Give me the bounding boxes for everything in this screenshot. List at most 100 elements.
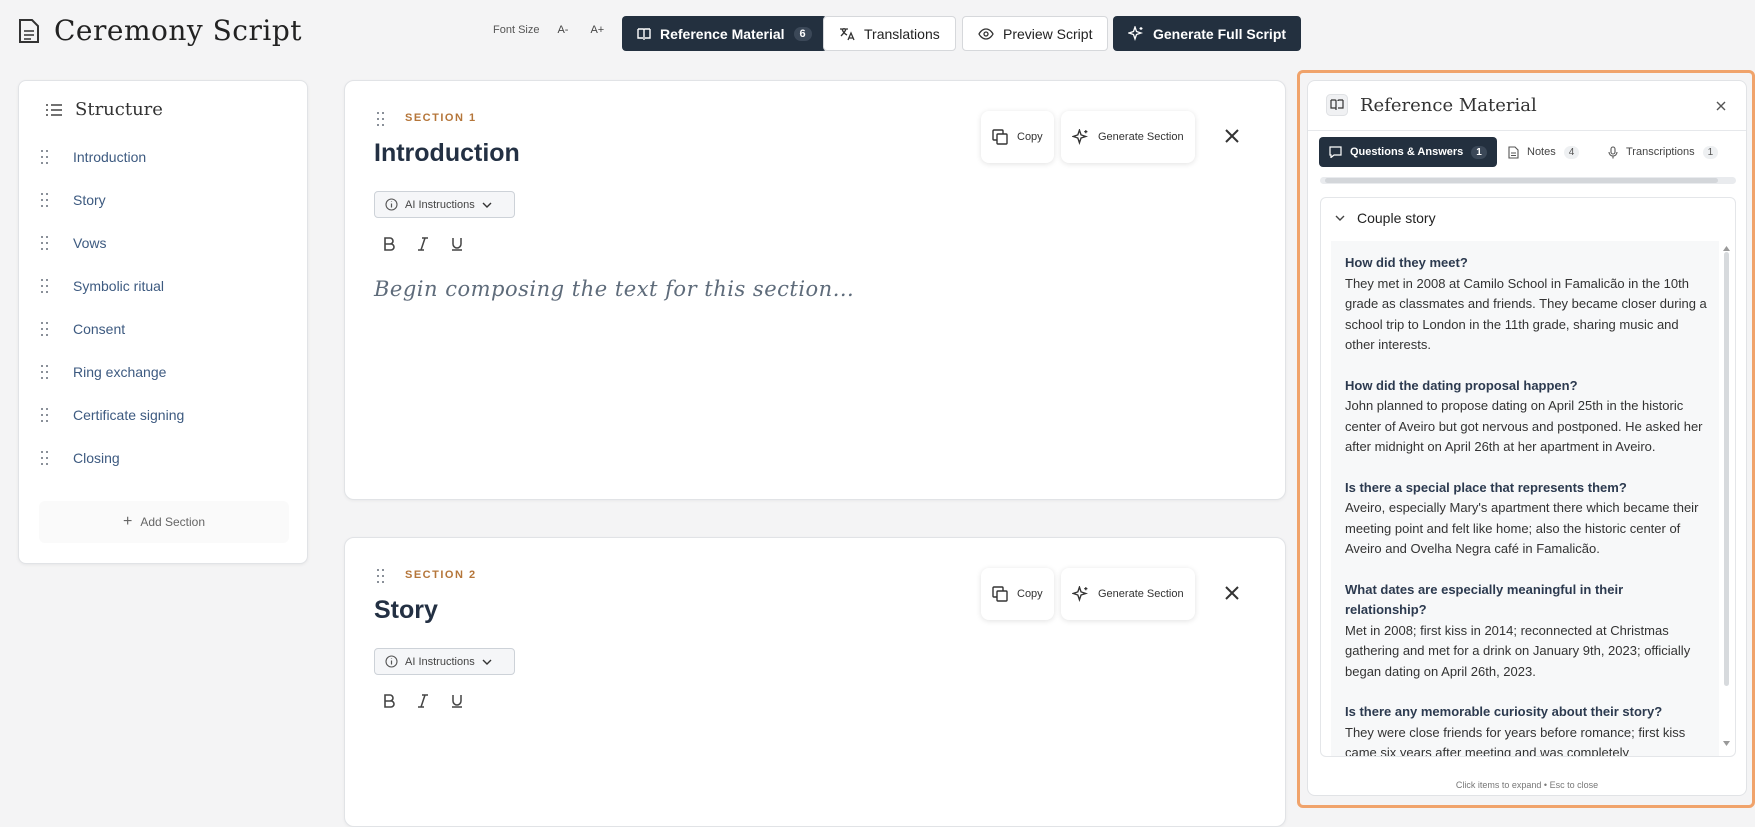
drag-handle-icon[interactable]: [41, 279, 51, 293]
preview-script-button[interactable]: Preview Script: [962, 16, 1109, 51]
italic-icon[interactable]: [416, 694, 430, 708]
document-icon: [19, 18, 39, 43]
drag-handle-icon[interactable]: [41, 193, 51, 207]
qa-item[interactable]: Is there any memorable curiosity about t…: [1331, 702, 1719, 757]
info-icon: [385, 655, 398, 668]
generate-full-script-label: Generate Full Script: [1153, 25, 1287, 42]
font-decrease-button[interactable]: A-: [553, 22, 572, 38]
question-text: What dates are especially meaningful in …: [1345, 581, 1624, 618]
ai-instructions-dropdown[interactable]: AI Instructions: [374, 648, 515, 675]
structure-item-symbolic-ritual[interactable]: Symbolic ritual: [41, 268, 287, 304]
note-icon: [1508, 145, 1519, 159]
copy-button[interactable]: Copy: [981, 568, 1054, 620]
generate-section-button[interactable]: Generate Section: [1061, 111, 1195, 163]
translate-icon: [840, 27, 855, 40]
underline-icon[interactable]: [450, 694, 464, 708]
close-icon[interactable]: [1714, 99, 1728, 113]
structure-item-ring-exchange[interactable]: Ring exchange: [41, 354, 287, 390]
sparkle-icon: [1128, 25, 1144, 41]
vertical-scrollbar[interactable]: [1723, 246, 1730, 746]
scrollbar-thumb[interactable]: [1724, 252, 1729, 686]
reference-material-label: Reference Material: [660, 25, 785, 42]
drag-handle-icon[interactable]: [41, 150, 51, 164]
answer-text: Aveiro, especially Mary's apartment ther…: [1345, 500, 1699, 556]
chevron-down-icon: [482, 202, 492, 208]
drag-handle-icon[interactable]: [377, 112, 387, 126]
chat-icon: [1329, 146, 1342, 158]
format-toolbar: [382, 237, 464, 251]
horizontal-scrollbar[interactable]: [1320, 177, 1736, 184]
drag-handle-icon[interactable]: [377, 569, 387, 583]
sparkle-icon: [1072, 585, 1088, 602]
structure-item-label: Consent: [73, 321, 126, 337]
section-title[interactable]: Story: [374, 596, 438, 625]
bold-icon[interactable]: [382, 237, 396, 251]
structure-title: Structure: [75, 99, 163, 120]
scrollbar-thumb[interactable]: [1325, 178, 1718, 183]
font-increase-button[interactable]: A+: [586, 22, 608, 38]
structure-item-certificate-signing[interactable]: Certificate signing: [41, 397, 287, 433]
tab-questions-answers[interactable]: Questions & Answers 1: [1319, 137, 1497, 167]
info-icon: [385, 198, 398, 211]
structure-item-vows[interactable]: Vows: [41, 225, 287, 261]
italic-icon[interactable]: [416, 237, 430, 251]
structure-item-story[interactable]: Story: [41, 182, 287, 218]
structure-item-label: Ring exchange: [73, 364, 167, 380]
reference-title: Reference Material: [1360, 94, 1537, 116]
ai-instructions-dropdown[interactable]: AI Instructions: [374, 191, 515, 218]
tab-transcriptions[interactable]: Transcriptions 1: [1598, 137, 1728, 167]
structure-panel: Structure Introduction Story Vows Symbol…: [18, 80, 308, 564]
copy-icon: [992, 129, 1008, 145]
copy-button[interactable]: Copy: [981, 111, 1054, 163]
drag-handle-icon[interactable]: [41, 451, 51, 465]
section-title[interactable]: Introduction: [374, 139, 520, 168]
question-text: How did they meet?: [1345, 255, 1468, 270]
structure-item-label: Introduction: [73, 149, 147, 165]
translations-button[interactable]: Translations: [823, 16, 956, 51]
close-icon[interactable]: [1221, 582, 1243, 604]
generate-section-button[interactable]: Generate Section: [1061, 568, 1195, 620]
drag-handle-icon[interactable]: [41, 408, 51, 422]
structure-item-consent[interactable]: Consent: [41, 311, 287, 347]
qa-item[interactable]: How did the dating proposal happen? John…: [1331, 376, 1719, 458]
close-icon[interactable]: [1221, 125, 1243, 147]
bold-icon[interactable]: [382, 694, 396, 708]
answer-text: Met in 2008; first kiss in 2014; reconne…: [1345, 622, 1691, 679]
section-label: SECTION 2: [405, 569, 477, 581]
tab-notes[interactable]: Notes 4: [1498, 137, 1589, 167]
tab-label: Questions & Answers: [1350, 146, 1464, 158]
generate-full-script-button[interactable]: Generate Full Script: [1113, 16, 1302, 51]
section-card: SECTION 1 Introduction Copy Generate Sec…: [344, 80, 1286, 500]
qa-item[interactable]: What dates are especially meaningful in …: [1331, 580, 1719, 683]
microphone-icon: [1608, 145, 1618, 158]
underline-icon[interactable]: [450, 237, 464, 251]
generate-section-label: Generate Section: [1098, 588, 1184, 600]
accordion-header[interactable]: Couple story: [1335, 210, 1436, 226]
group-title: Couple story: [1357, 210, 1436, 226]
answer-text: They met in 2008 at Camilo School in Fam…: [1345, 275, 1707, 353]
drag-handle-icon[interactable]: [41, 322, 51, 336]
structure-item-introduction[interactable]: Introduction: [41, 139, 287, 175]
book-icon: [1326, 94, 1348, 116]
copy-label: Copy: [1017, 588, 1043, 600]
tab-count-badge: 1: [1702, 145, 1719, 159]
scroll-down-icon[interactable]: [1723, 741, 1730, 746]
drag-handle-icon[interactable]: [41, 236, 51, 250]
translations-label: Translations: [864, 25, 940, 42]
structure-item-label: Vows: [73, 235, 107, 251]
qa-item[interactable]: How did they meet? They met in 2008 at C…: [1331, 253, 1719, 356]
format-toolbar: [382, 694, 464, 708]
scroll-up-icon[interactable]: [1723, 246, 1730, 251]
font-size-label: Font Size: [493, 24, 540, 36]
qa-item[interactable]: Is there a special place that represents…: [1331, 478, 1719, 560]
section-editor[interactable]: Begin composing the text for this sectio…: [374, 277, 854, 301]
add-section-button[interactable]: + Add Section: [39, 501, 289, 543]
font-size-control: Font Size A- A+: [493, 22, 608, 38]
answer-text: They were close friends for years before…: [1345, 724, 1686, 757]
reference-material-button[interactable]: Reference Material 6: [622, 16, 827, 51]
drag-handle-icon[interactable]: [41, 365, 51, 379]
structure-item-closing[interactable]: Closing: [41, 440, 287, 476]
tab-count-badge: 4: [1563, 145, 1580, 159]
copy-icon: [992, 586, 1008, 602]
plus-icon: +: [122, 513, 133, 530]
